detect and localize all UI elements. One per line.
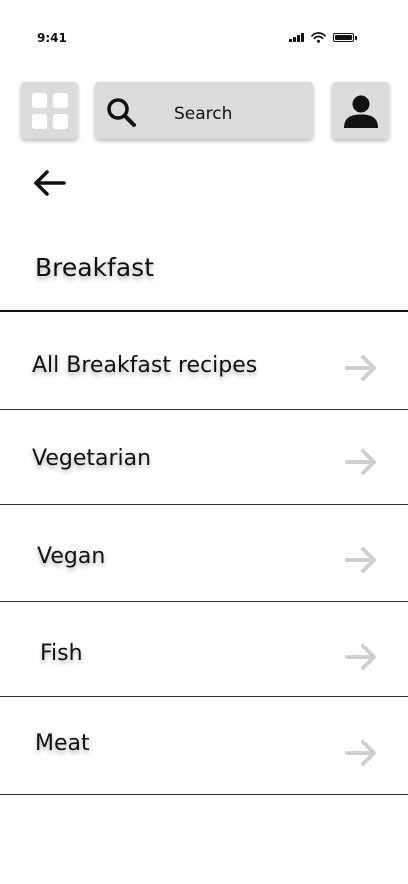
page-title: Breakfast — [35, 253, 155, 282]
arrow-right-icon — [345, 449, 376, 475]
menu-grid-button[interactable] — [21, 82, 78, 139]
status-icons — [289, 32, 357, 43]
back-arrow-icon — [34, 170, 66, 196]
menu-item-fish[interactable]: Fish — [0, 602, 408, 697]
search-placeholder: Search — [174, 104, 233, 124]
category-list: All Breakfast recipes Vegetarian Vegan F… — [0, 312, 408, 795]
status-time: 9:41 — [37, 31, 67, 45]
cellular-signal-icon — [289, 33, 304, 42]
arrow-right-icon — [345, 740, 376, 766]
menu-item-vegetarian[interactable]: Vegetarian — [0, 410, 408, 505]
menu-item-label: Vegetarian — [32, 446, 152, 471]
status-bar: 9:41 — [0, 0, 408, 60]
menu-item-label: Meat — [35, 731, 90, 756]
battery-icon — [333, 33, 357, 42]
menu-item-label: Fish — [40, 641, 83, 666]
menu-item-vegan[interactable]: Vegan — [0, 505, 408, 602]
search-bar[interactable]: Search — [95, 82, 313, 139]
grid-icon — [31, 92, 68, 129]
menu-item-label: Vegan — [37, 544, 106, 569]
search-icon — [107, 98, 136, 127]
arrow-right-icon — [345, 644, 376, 670]
arrow-right-icon — [345, 547, 376, 573]
top-bar: Search — [0, 82, 408, 142]
arrow-right-icon — [345, 355, 376, 381]
menu-item-all-breakfast-recipes[interactable]: All Breakfast recipes — [0, 312, 408, 410]
profile-button[interactable] — [332, 82, 389, 139]
user-icon — [343, 95, 378, 128]
menu-item-label: All Breakfast recipes — [32, 353, 258, 378]
wifi-icon — [311, 32, 326, 43]
menu-item-meat[interactable]: Meat — [0, 697, 408, 795]
back-button[interactable] — [30, 166, 70, 200]
